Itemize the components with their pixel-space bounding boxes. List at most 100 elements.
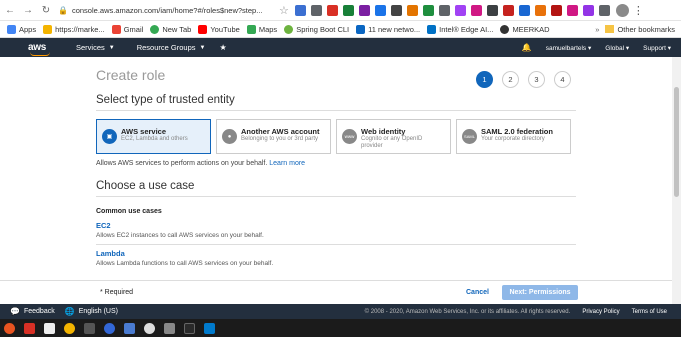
extension-icon[interactable] bbox=[454, 4, 466, 16]
services-label: Services bbox=[76, 43, 105, 52]
bookmark-new-tab[interactable]: New Tab bbox=[150, 24, 191, 34]
browser-menu-icon[interactable]: ⋮ bbox=[633, 4, 644, 17]
bookmark-meerkad[interactable]: MEERKAD bbox=[500, 24, 550, 34]
app-icon[interactable] bbox=[24, 322, 35, 334]
app-icon[interactable] bbox=[164, 322, 175, 334]
region-menu[interactable]: Global ▾ bbox=[605, 44, 629, 52]
region-label: Global bbox=[605, 44, 625, 52]
divider bbox=[96, 110, 576, 111]
tile-subtitle: Cognito or any OpenID provider bbox=[361, 136, 423, 149]
privacy-link[interactable]: Privacy Policy bbox=[582, 309, 619, 315]
extension-icon[interactable] bbox=[342, 4, 354, 16]
tile-another-account[interactable]: ● Another AWS account Belonging to you o… bbox=[216, 119, 331, 154]
extension-icon[interactable] bbox=[422, 4, 434, 16]
step-4[interactable]: 4 bbox=[554, 71, 571, 88]
app-icon[interactable] bbox=[144, 322, 155, 334]
cancel-button[interactable]: Cancel bbox=[466, 289, 489, 296]
use-case-lambda[interactable]: Lambda bbox=[96, 249, 125, 258]
bookmark-network[interactable]: 11 new netwo... bbox=[356, 24, 421, 34]
extension-icon[interactable] bbox=[566, 4, 578, 16]
extension-icon[interactable] bbox=[486, 4, 498, 16]
reload-icon[interactable]: ↻ bbox=[38, 2, 54, 18]
terminal-icon[interactable] bbox=[184, 322, 195, 334]
use-case-ec2[interactable]: EC2 bbox=[96, 221, 111, 230]
feedback-button[interactable]: 💬 Feedback bbox=[10, 307, 55, 316]
browser-toolbar: ← → ↻ 🔒 console.aws.amazon.com/iam/home?… bbox=[0, 0, 681, 21]
extension-icon[interactable] bbox=[518, 4, 530, 16]
footer-links: © 2008 - 2020, Amazon Web Services, Inc.… bbox=[353, 309, 667, 315]
services-menu[interactable]: Services ▼ bbox=[76, 43, 115, 52]
app-icon[interactable] bbox=[104, 322, 115, 334]
tile-web-identity[interactable]: www Web identity Cognito or any OpenID p… bbox=[336, 119, 451, 154]
tile-subtitle: Your corporate directory bbox=[481, 136, 545, 142]
bookmark-item[interactable]: https://marke... bbox=[43, 24, 105, 34]
bookmark-label: 11 new netwo... bbox=[368, 24, 421, 34]
page-scrollbar[interactable] bbox=[672, 57, 681, 304]
extension-icon[interactable] bbox=[374, 4, 386, 16]
other-bookmarks-label: Other bookmarks bbox=[617, 24, 675, 34]
pin-icon[interactable]: ★ bbox=[219, 43, 226, 52]
app-icon[interactable] bbox=[84, 322, 95, 334]
bookmark-spring[interactable]: Spring Boot CLI bbox=[284, 24, 349, 34]
app-icon[interactable] bbox=[124, 322, 135, 334]
other-bookmarks[interactable]: » Other bookmarks bbox=[595, 25, 675, 34]
resource-groups-menu[interactable]: Resource Groups ▼ bbox=[137, 43, 206, 52]
step-2[interactable]: 2 bbox=[502, 71, 519, 88]
bookmark-gmail[interactable]: Gmail bbox=[111, 24, 143, 34]
learn-more-link[interactable]: Learn more bbox=[269, 160, 305, 167]
globe-icon: 🌐 bbox=[64, 307, 75, 316]
step-3[interactable]: 3 bbox=[528, 71, 545, 88]
tile-aws-service[interactable]: ▣ AWS service EC2, Lambda and others bbox=[96, 119, 211, 154]
extension-icon[interactable] bbox=[534, 4, 546, 16]
step-1[interactable]: 1 bbox=[476, 71, 493, 88]
bookmark-label: https://marke... bbox=[55, 24, 105, 34]
extension-icon[interactable] bbox=[598, 4, 610, 16]
chrome-icon[interactable] bbox=[64, 322, 75, 334]
user-menu[interactable]: samuelbartels ▾ bbox=[546, 44, 592, 52]
extension-icon[interactable] bbox=[582, 4, 594, 16]
support-label: Support bbox=[643, 44, 666, 52]
extension-icon[interactable] bbox=[390, 4, 402, 16]
terms-link[interactable]: Terms of Use bbox=[632, 309, 667, 315]
extension-icon[interactable] bbox=[326, 4, 338, 16]
bookmark-apps[interactable]: Apps bbox=[7, 24, 36, 34]
bookmark-youtube[interactable]: YouTube bbox=[198, 24, 240, 34]
tile-saml[interactable]: SAML SAML 2.0 federation Your corporate … bbox=[456, 119, 571, 154]
bell-icon[interactable]: 🔔 bbox=[522, 43, 532, 52]
chevron-right-icon: » bbox=[595, 24, 600, 34]
chat-icon: 💬 bbox=[10, 307, 20, 316]
support-menu[interactable]: Support ▾ bbox=[643, 44, 671, 52]
address-bar[interactable]: 🔒 console.aws.amazon.com/iam/home?#/role… bbox=[58, 2, 273, 18]
extension-icon[interactable] bbox=[550, 4, 562, 16]
chevron-down-icon: ▼ bbox=[108, 44, 115, 51]
linkedin-icon bbox=[356, 24, 366, 34]
chevron-down-icon: ▼ bbox=[199, 44, 206, 51]
nav-right: 🔔 samuelbartels ▾ Global ▾ Support ▾ bbox=[508, 43, 671, 52]
ubuntu-icon[interactable] bbox=[4, 322, 15, 334]
bookmark-intel[interactable]: Intel® Edge AI... bbox=[427, 24, 493, 34]
feedback-label: Feedback bbox=[23, 308, 55, 315]
next-permissions-button[interactable]: Next: Permissions bbox=[502, 285, 578, 300]
profile-avatar[interactable] bbox=[615, 3, 629, 17]
scroll-thumb[interactable] bbox=[674, 87, 679, 197]
extension-icon[interactable] bbox=[502, 4, 514, 16]
extension-icon[interactable] bbox=[310, 4, 322, 16]
forward-icon[interactable]: → bbox=[20, 2, 36, 18]
bookmark-maps[interactable]: Maps bbox=[246, 24, 277, 34]
tile-title: Web identity bbox=[361, 127, 406, 136]
language-selector[interactable]: 🌐 English (US) bbox=[65, 307, 118, 316]
extension-icon[interactable] bbox=[294, 4, 306, 16]
user-icon: ● bbox=[222, 129, 237, 144]
aws-logo[interactable]: aws bbox=[28, 42, 54, 56]
vscode-icon[interactable] bbox=[204, 322, 215, 334]
extension-icon[interactable] bbox=[358, 4, 370, 16]
back-icon[interactable]: ← bbox=[2, 2, 18, 18]
extension-icon[interactable] bbox=[406, 4, 418, 16]
extension-icon[interactable] bbox=[438, 4, 450, 16]
extension-icon[interactable] bbox=[470, 4, 482, 16]
cube-icon: ▣ bbox=[102, 129, 117, 144]
app-icon[interactable] bbox=[44, 322, 55, 334]
required-note: * Required bbox=[100, 289, 134, 296]
chevron-down-icon: ▾ bbox=[588, 44, 592, 52]
bookmark-star-icon[interactable]: ☆ bbox=[279, 4, 289, 17]
